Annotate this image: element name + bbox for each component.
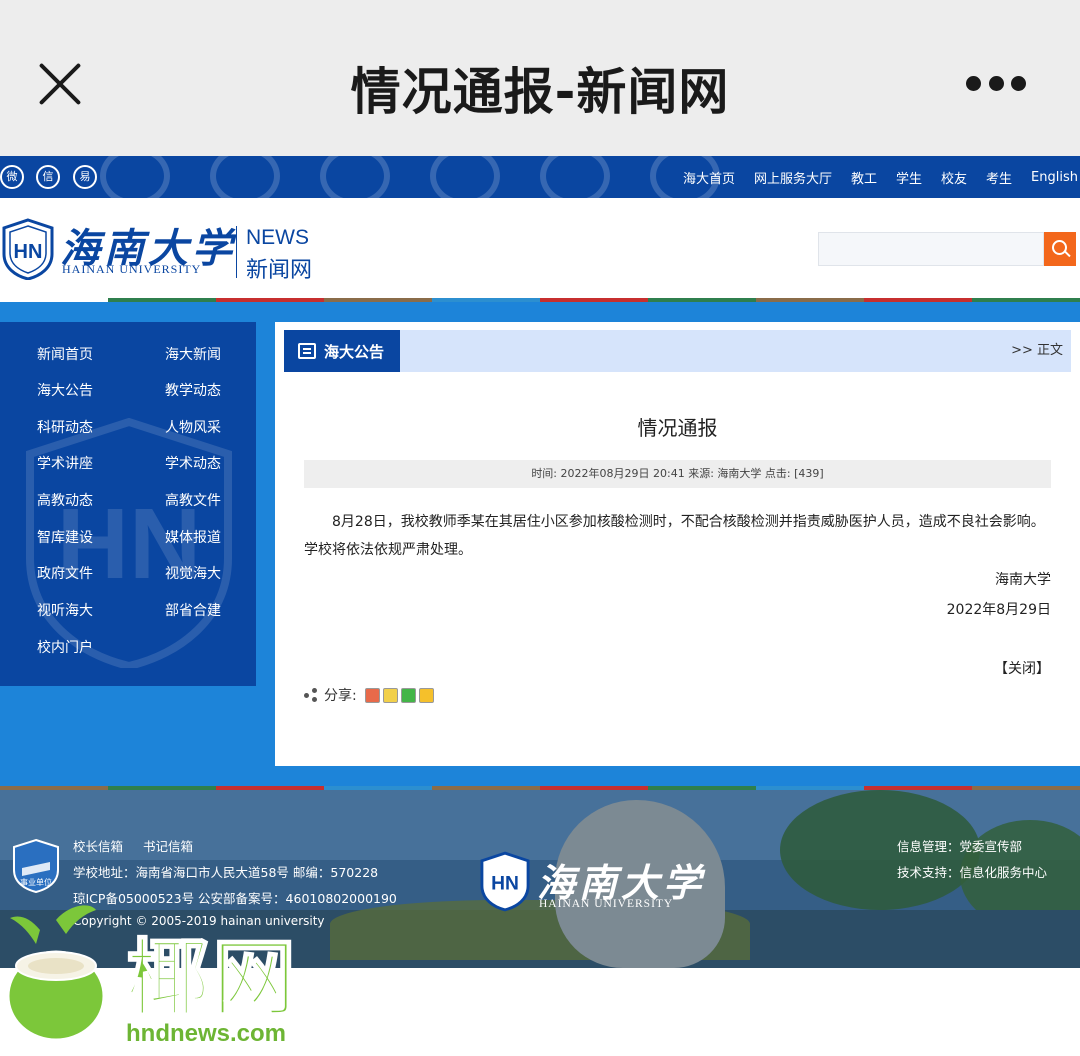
close-link[interactable]: 【关闭】 (994, 658, 1050, 678)
qq-share-icon[interactable] (382, 687, 398, 703)
sidebar-item-audio-video[interactable]: 视听海大 (37, 600, 93, 620)
app-title: 情况通报-新闻网 (350, 63, 730, 121)
footer-info-management: 信息管理：党委宣传部 (897, 839, 1023, 854)
share-icon (304, 688, 318, 702)
sidebar-item-joint-build[interactable]: 部省合建 (165, 600, 221, 620)
sidebar-item-research[interactable]: 科研动态 (37, 417, 93, 437)
top-link-staff[interactable]: 教工 (851, 168, 877, 187)
newspaper-icon (298, 343, 316, 359)
sidebar-item-hainan-news[interactable]: 海大新闻 (165, 344, 221, 364)
article-signature: 海南大学 (995, 572, 1051, 588)
site-top-bar: 微 信 易 海大首页 网上服务大厅 教工 学生 校友 考生 English (0, 156, 1080, 198)
article-title: 情况通报 (637, 416, 718, 440)
logo-header: HN 海南大学 HAINAN UNIVERSITY NEWS 新闻网 (0, 198, 1080, 298)
emblem-letters: HN (14, 241, 43, 263)
watermark-text: 椰网 (125, 929, 299, 1029)
public-institution-badge-icon[interactable]: 事业单位 (12, 838, 60, 894)
section-tab[interactable]: 海大公告 (284, 330, 400, 372)
university-emblem-icon[interactable]: HN (2, 218, 54, 280)
sidebar-item-higher-ed-docs[interactable]: 高教文件 (165, 490, 221, 510)
search-input[interactable] (818, 232, 1044, 266)
top-link-service-hall[interactable]: 网上服务大厅 (754, 168, 832, 187)
sidebar-item-academic[interactable]: 学术动态 (165, 453, 221, 473)
yiban-icon[interactable]: 易 (73, 165, 97, 189)
sidebar-item-teaching[interactable]: 教学动态 (165, 380, 221, 400)
breadcrumb: 海大公告 >> 正文 (284, 330, 1071, 372)
article-meta: 时间: 2022年08月29日 20:41 来源: 海南大学 点击: [439] (304, 460, 1051, 488)
article-panel: 海大公告 >> 正文 情况通报 时间: 2022年08月29日 20:41 来源… (275, 322, 1080, 766)
logo-english: HAINAN UNIVERSITY (62, 262, 202, 276)
footer-emblem-icon: HN (480, 851, 530, 912)
footer-logo-english: HAINAN UNIVERSITY (539, 898, 674, 910)
logo-divider (236, 226, 237, 278)
news-label-english: NEWS (246, 226, 309, 249)
top-link-students[interactable]: 学生 (896, 168, 922, 187)
sidebar-item-people[interactable]: 人物风采 (165, 417, 221, 437)
footer-tech-support: 技术支持：信息化服务中心 (897, 865, 1048, 880)
sidebar-item-think-tank[interactable]: 智库建设 (37, 527, 93, 547)
top-link-applicants[interactable]: 考生 (986, 168, 1012, 187)
top-links: 海大首页 网上服务大厅 教工 学生 校友 考生 English (664, 156, 1080, 198)
sidebar-item-gov-docs[interactable]: 政府文件 (37, 563, 93, 583)
share-label: 分享: (324, 688, 357, 704)
badge-label: 事业单位 (20, 877, 52, 887)
sidebar-item-visual[interactable]: 视觉海大 (165, 563, 221, 583)
qzone-share-icon[interactable] (418, 687, 434, 703)
footer-address: 学校地址：海南省海口市人民大道58号 邮编：570228 (73, 865, 379, 880)
breadcrumb-path[interactable]: >> 正文 (1011, 330, 1063, 372)
sidebar-item-announcements[interactable]: 海大公告 (37, 380, 93, 400)
top-link-english[interactable]: English (1031, 170, 1078, 185)
search-icon[interactable] (1044, 232, 1076, 266)
share-bar: 分享: (304, 685, 434, 705)
article-body: 8月28日，我校教师季某在其居住小区参加核酸检测时，不配合核酸检测并指责威胁医护… (304, 514, 1045, 558)
svg-text:HN: HN (491, 874, 519, 895)
section-tab-label: 海大公告 (324, 342, 385, 361)
close-icon[interactable] (36, 60, 84, 108)
footer-secretary-mailbox[interactable]: 书记信箱 (143, 836, 193, 855)
watermark-url: hndnews.com (126, 1020, 287, 1047)
wechat-share-icon[interactable] (400, 687, 416, 703)
sidebar-item-higher-ed-news[interactable]: 高教动态 (37, 490, 93, 510)
top-link-home[interactable]: 海大首页 (683, 168, 735, 187)
sidebar-nav: HN 新闻首页 海大新闻 海大公告 教学动态 科研动态 人物风采 学术讲座 学术… (0, 322, 256, 686)
weibo-share-icon[interactable] (364, 687, 380, 703)
sidebar-item-lectures[interactable]: 学术讲座 (37, 453, 93, 473)
more-options-icon[interactable] (966, 76, 1026, 92)
sidebar-item-media[interactable]: 媒体报道 (165, 527, 221, 547)
article-date: 2022年8月29日 (946, 602, 1051, 618)
footer-president-mailbox[interactable]: 校长信箱 (73, 836, 123, 855)
sidebar-item-news-home[interactable]: 新闻首页 (37, 344, 93, 364)
top-link-alumni[interactable]: 校友 (941, 168, 967, 187)
app-header: 情况通报-新闻网 (0, 0, 1080, 156)
sidebar-item-portal[interactable]: 校内门户 (37, 637, 93, 657)
news-label-chinese: 新闻网 (246, 258, 313, 283)
wechat-icon[interactable]: 信 (36, 165, 60, 189)
weibo-icon[interactable]: 微 (0, 165, 24, 189)
